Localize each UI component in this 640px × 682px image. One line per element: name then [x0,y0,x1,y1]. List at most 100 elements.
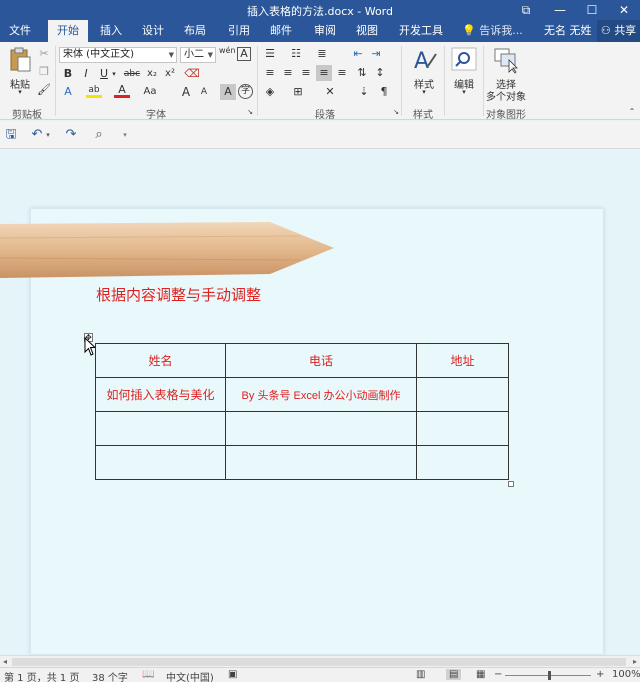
asian-layout-icon[interactable]: ✕ [322,84,338,100]
sort-icon[interactable]: ⇣ [356,84,372,100]
horizontal-scrollbar[interactable]: ◂ ▸ [0,655,640,667]
share-button[interactable]: ⚇ 共享 [597,20,640,42]
styles-icon[interactable]: A [410,46,438,74]
align-left-icon[interactable]: ≡ [262,65,278,81]
find-icon[interactable] [450,46,478,74]
italic-button[interactable]: I [78,66,94,82]
web-layout-icon[interactable]: ▦ [476,669,485,680]
paste-dropdown-icon[interactable]: ▾ [12,88,28,96]
tab-review[interactable]: 审阅 [306,20,344,42]
read-mode-icon[interactable]: ▥ [416,669,425,680]
select-objects-icon[interactable] [492,46,520,74]
bullets-icon[interactable]: ☰ [262,46,278,62]
zoom-in-icon[interactable]: + [596,669,604,680]
highlight-button[interactable]: ab [86,84,102,98]
shrink-font-button[interactable]: A [196,84,212,100]
cut-icon[interactable]: ✂ [36,46,52,62]
table-cell[interactable]: 如何插入表格与美化 [95,377,226,412]
table-cell[interactable] [225,411,417,446]
collapse-ribbon-icon[interactable]: ⌃ [624,104,640,120]
tab-home[interactable]: 开始 [48,20,88,43]
justify-icon[interactable]: ≡ [316,65,332,81]
change-case-button[interactable]: Aa [140,84,160,100]
text-effects-button[interactable]: A [60,84,76,100]
styles-dropdown-icon[interactable]: ▾ [416,88,432,96]
tab-design[interactable]: 设计 [134,20,172,42]
page-count[interactable]: 第 1 页，共 1 页 [4,669,79,682]
redo-icon[interactable]: ↷ [62,126,80,144]
numbering-icon[interactable]: ☷ [288,46,304,62]
font-dialog-launcher-icon[interactable]: ↘ [246,104,254,120]
zoom-out-icon[interactable]: − [494,669,502,680]
customize-qat-icon[interactable]: ▾ [116,126,134,144]
document-heading[interactable]: 根据内容调整与手动调整 [96,284,261,305]
format-painter-icon[interactable]: 🖌 [36,82,52,98]
tab-layout[interactable]: 布局 [176,20,214,42]
table-cell[interactable] [416,445,509,480]
proofing-icon[interactable]: 📖 [142,669,154,680]
macro-record-icon[interactable]: ▣ [228,669,237,680]
tell-me-box[interactable]: 💡 告诉我... [462,20,523,42]
save-icon[interactable]: 🖫 [2,126,20,144]
table-cell[interactable] [95,411,226,446]
close-button[interactable]: ✕ [608,0,640,20]
word-count[interactable]: 38 个字 [92,669,128,682]
table-cell[interactable] [416,377,509,412]
table-cell[interactable] [95,445,226,480]
table-cell[interactable]: 电话 [225,343,417,378]
table-cell[interactable] [225,445,417,480]
document-table[interactable]: 姓名 电话 地址 如何插入表格与美化 By 头条号 Excel 办公小动画制作 [95,343,509,480]
character-border-icon[interactable]: A [237,47,251,61]
text-direction-icon[interactable]: ⇅ [354,65,370,81]
line-spacing-icon[interactable]: ↕ [372,65,388,81]
zoom-slider-thumb[interactable] [548,671,551,680]
superscript-button[interactable]: x² [162,66,178,82]
borders-icon[interactable]: ⊞ [290,84,306,100]
paste-icon[interactable] [6,46,34,74]
print-layout-icon[interactable]: ▤ [446,669,462,680]
undo-dropdown-icon[interactable]: ▾ [44,126,52,144]
table-cell[interactable]: 姓名 [95,343,226,378]
table-cell[interactable] [416,411,509,446]
multilevel-list-icon[interactable]: ≣ [314,46,330,62]
enclose-characters-button[interactable]: 字 [238,84,253,99]
subscript-button[interactable]: x₂ [144,66,160,82]
align-center-icon[interactable]: ≡ [280,65,296,81]
phonetic-guide-icon[interactable]: wén [219,47,236,63]
maximize-button[interactable]: ☐ [576,0,608,20]
shading-icon[interactable]: ◈ [262,84,278,100]
font-name-combo[interactable]: 宋体 (中文正文) ▼ [59,47,177,63]
clear-formatting-icon[interactable]: ⌫ [184,66,200,82]
bold-button[interactable]: B [60,66,76,82]
language-status[interactable]: 中文(中国) [166,669,214,682]
table-resize-handle[interactable] [508,481,514,487]
strikethrough-button[interactable]: abc [122,66,142,82]
ribbon-display-icon[interactable]: ⧉ [510,0,542,20]
decrease-indent-icon[interactable]: ⇤ [350,46,366,62]
tab-view[interactable]: 视图 [348,20,386,42]
distributed-icon[interactable]: ≡ [334,65,350,81]
table-cell[interactable]: By 头条号 Excel 办公小动画制作 [225,377,417,412]
paragraph-dialog-launcher-icon[interactable]: ↘ [392,104,400,120]
tab-references[interactable]: 引用 [220,20,258,42]
tab-file[interactable]: 文件 [0,20,40,42]
minimize-button[interactable]: — [544,0,576,20]
scrollbar-thumb[interactable] [12,658,626,666]
font-color-button[interactable]: A [114,84,130,98]
table-cell[interactable]: 地址 [416,343,509,378]
editing-dropdown-icon[interactable]: ▾ [456,88,472,96]
grow-font-button[interactable]: A [178,84,194,100]
select-label-2[interactable]: 多个对象 [484,88,528,103]
tab-mailings[interactable]: 邮件 [262,20,300,42]
tab-developer[interactable]: 开发工具 [394,20,448,42]
user-name[interactable]: 无名 无姓 [544,20,592,42]
underline-dropdown-icon[interactable]: ▾ [110,66,118,82]
character-shading-button[interactable]: A [220,84,236,100]
zoom-level[interactable]: 100% [612,669,640,680]
font-size-combo[interactable]: 小二 ▼ [180,47,216,63]
tab-insert[interactable]: 插入 [92,20,130,42]
print-preview-icon[interactable]: ⌕ [90,126,108,144]
show-marks-icon[interactable]: ¶ [376,84,392,100]
align-right-icon[interactable]: ≡ [298,65,314,81]
copy-icon[interactable]: ❐ [36,64,52,80]
